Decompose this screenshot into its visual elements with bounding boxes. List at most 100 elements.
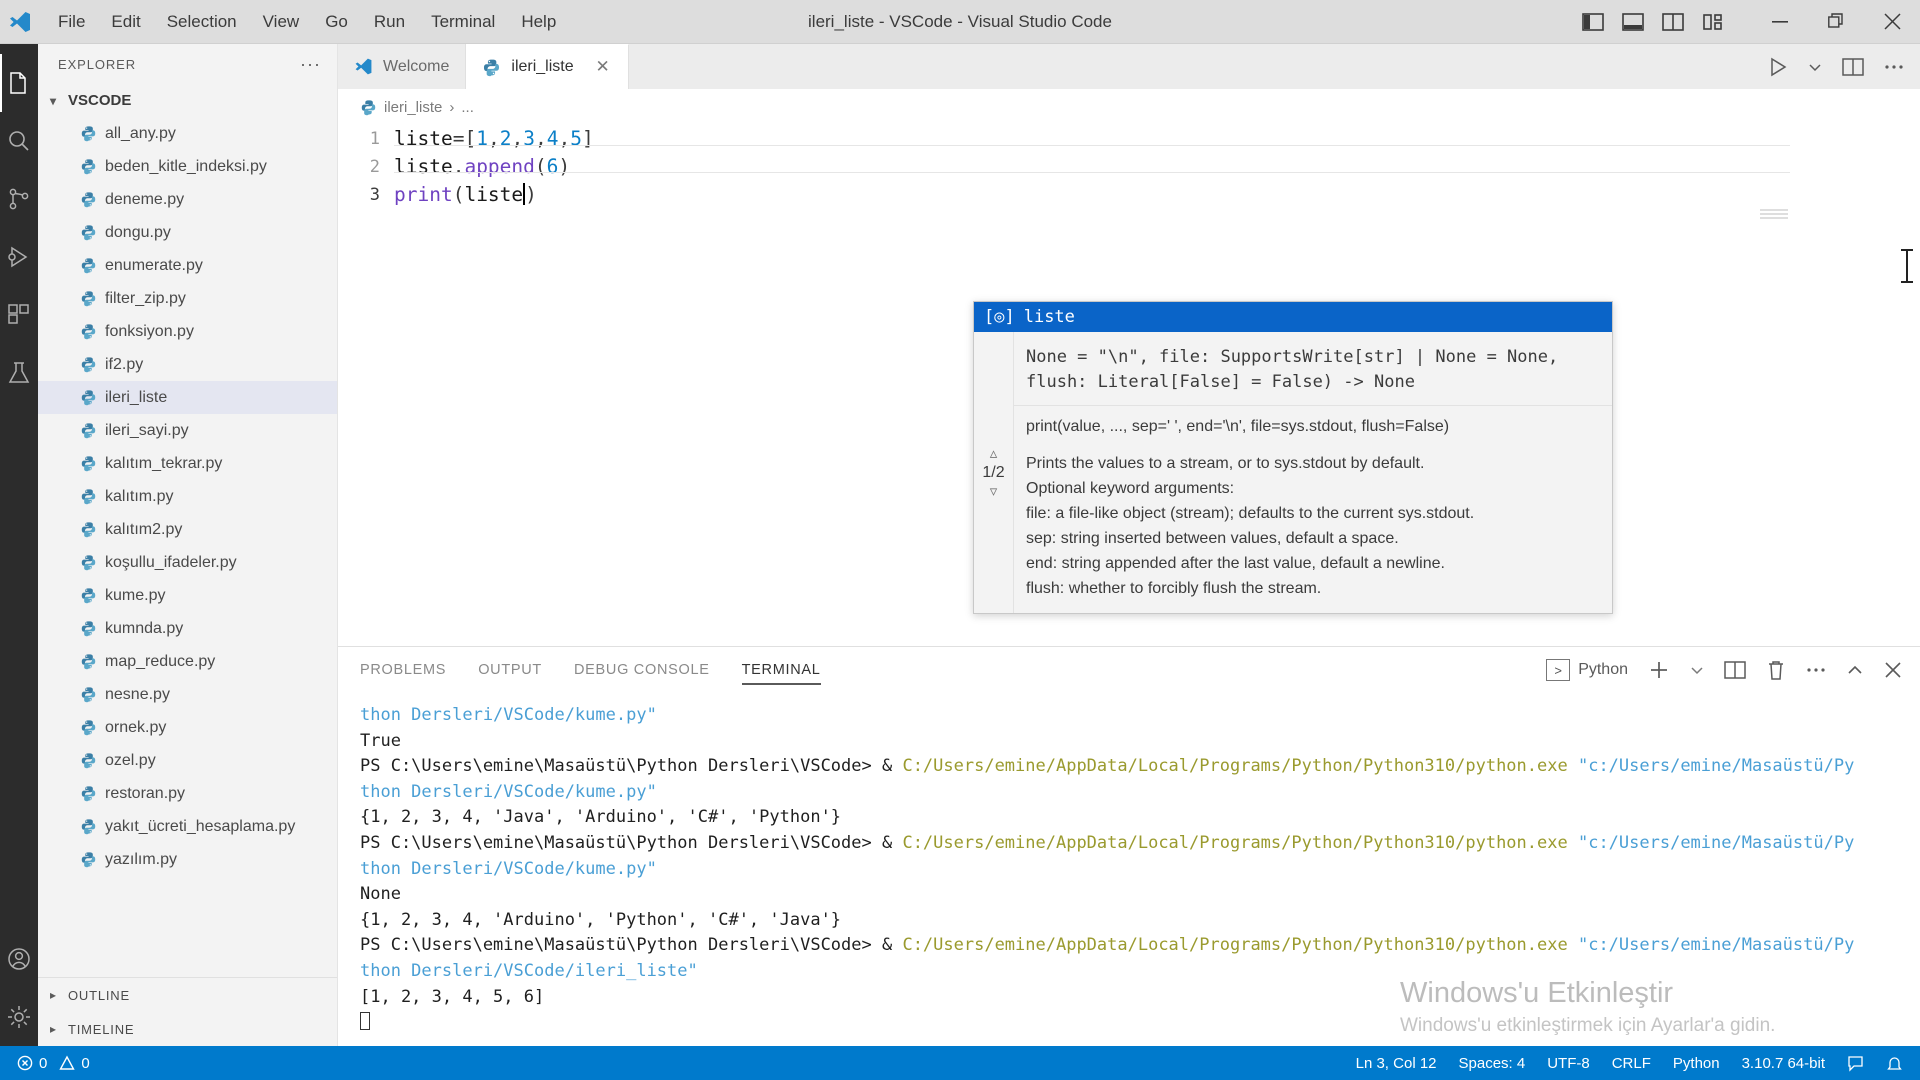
code-line[interactable]: 3 print(liste) xyxy=(338,181,1920,209)
line-number: 2 xyxy=(369,157,380,177)
file-item[interactable]: kumnda.py xyxy=(38,612,337,645)
menu-go[interactable]: Go xyxy=(313,8,360,36)
file-item[interactable]: if2.py xyxy=(38,348,337,381)
toggle-panel-icon[interactable] xyxy=(1622,12,1644,32)
explorer-more-actions-icon[interactable]: ··· xyxy=(292,54,329,75)
file-item[interactable]: ileri_liste xyxy=(38,381,337,414)
file-item[interactable]: yazılım.py xyxy=(38,843,337,876)
activitybar-item-accounts[interactable] xyxy=(0,930,38,988)
terminal-profile-chip[interactable]: > Python xyxy=(1546,659,1628,681)
file-item[interactable]: dongu.py xyxy=(38,216,337,249)
folder-root-vscode[interactable]: ▾ VSCODE xyxy=(38,84,337,117)
activitybar-item-testing[interactable] xyxy=(0,344,38,402)
status-cursor-position[interactable]: Ln 3, Col 12 xyxy=(1345,1046,1448,1080)
search-icon xyxy=(6,128,32,154)
menu-terminal[interactable]: Terminal xyxy=(419,8,507,36)
account-icon xyxy=(6,946,32,972)
status-notifications[interactable] xyxy=(1875,1046,1914,1080)
close-icon[interactable]: ✕ xyxy=(594,57,612,77)
file-item[interactable]: map_reduce.py xyxy=(38,645,337,678)
code-line[interactable]: 1 liste=[1,2,3,4,5] xyxy=(338,125,1920,153)
file-item[interactable]: kalıtım.py xyxy=(38,480,337,513)
code-editor[interactable]: ileri_liste › ... 1 liste=[1,2,3,4,5] 2 lis… xyxy=(338,89,1920,646)
status-feedback[interactable] xyxy=(1836,1046,1875,1080)
menu-view[interactable]: View xyxy=(251,8,312,36)
file-item[interactable]: koşullu_ifadeler.py xyxy=(38,546,337,579)
tab-debug-console[interactable]: DEBUG CONSOLE xyxy=(574,647,710,693)
status-language-mode[interactable]: Python xyxy=(1662,1046,1731,1080)
file-item[interactable]: ileri_sayi.py xyxy=(38,414,337,447)
tab-welcome[interactable]: Welcome xyxy=(338,44,467,89)
menu-selection[interactable]: Selection xyxy=(155,8,249,36)
file-item[interactable]: yakıt_ücreti_hesaplama.py xyxy=(38,810,337,843)
intellisense-header[interactable]: [◎] liste xyxy=(974,302,1612,332)
tab-ileri-liste[interactable]: ileri_liste ✕ xyxy=(466,44,629,89)
status-problems[interactable]: 0 0 xyxy=(6,1046,101,1080)
file-item[interactable]: enumerate.py xyxy=(38,249,337,282)
add-terminal-icon[interactable] xyxy=(1648,659,1670,681)
code-token: 4 xyxy=(546,127,559,150)
intellisense-header-label: liste xyxy=(1023,307,1075,327)
toggle-primary-sidebar-icon[interactable] xyxy=(1582,12,1604,32)
tab-terminal[interactable]: TERMINAL xyxy=(741,647,821,693)
activitybar-item-source-control[interactable] xyxy=(0,170,38,228)
kill-terminal-icon[interactable] xyxy=(1766,659,1786,681)
minimize-button[interactable] xyxy=(1752,0,1808,44)
toggle-secondary-sidebar-icon[interactable] xyxy=(1662,12,1684,32)
run-icon[interactable] xyxy=(1768,57,1788,77)
file-item[interactable]: fonksiyon.py xyxy=(38,315,337,348)
activitybar-item-explorer[interactable] xyxy=(0,54,38,112)
split-terminal-icon[interactable] xyxy=(1724,660,1746,680)
file-item-label: beden_kitle_indeksi.py xyxy=(105,157,267,175)
more-actions-icon[interactable] xyxy=(1884,64,1904,70)
sidebar-section-timeline[interactable]: ▸ TIMELINE xyxy=(38,1012,337,1046)
menu-run[interactable]: Run xyxy=(362,8,417,36)
file-item[interactable]: kume.py xyxy=(38,579,337,612)
status-encoding[interactable]: UTF-8 xyxy=(1536,1046,1601,1080)
status-eol[interactable]: CRLF xyxy=(1601,1046,1662,1080)
chevron-up-icon[interactable]: ▵ xyxy=(990,446,998,461)
more-actions-icon[interactable] xyxy=(1806,667,1826,673)
file-item[interactable]: all_any.py xyxy=(38,117,337,150)
collapse-panel-icon[interactable] xyxy=(1846,663,1864,677)
file-item[interactable]: kalıtım_tekrar.py xyxy=(38,447,337,480)
split-editor-icon[interactable] xyxy=(1842,57,1864,77)
close-panel-icon[interactable] xyxy=(1884,661,1902,679)
file-item[interactable]: ozel.py xyxy=(38,744,337,777)
python-icon xyxy=(360,99,377,116)
menu-help[interactable]: Help xyxy=(509,8,568,36)
menu-edit[interactable]: Edit xyxy=(99,8,152,36)
file-item[interactable]: nesne.py xyxy=(38,678,337,711)
file-item[interactable]: beden_kitle_indeksi.py xyxy=(38,150,337,183)
file-item[interactable]: filter_zip.py xyxy=(38,282,337,315)
file-item[interactable]: restoran.py xyxy=(38,777,337,810)
python-file-icon xyxy=(80,554,97,571)
activitybar-item-run-and-debug[interactable] xyxy=(0,228,38,286)
customize-layout-icon[interactable] xyxy=(1702,12,1724,32)
status-indentation[interactable]: Spaces: 4 xyxy=(1448,1046,1537,1080)
breadcrumb-rest[interactable]: ... xyxy=(461,99,474,116)
python-file-icon xyxy=(80,422,97,439)
terminal-output[interactable]: thon Dersleri/VSCode/kume.py" True PS C:\U… xyxy=(338,693,1920,1046)
activitybar-item-manage[interactable] xyxy=(0,988,38,1046)
file-item[interactable]: kalıtım2.py xyxy=(38,513,337,546)
chevron-down-icon[interactable]: ▿ xyxy=(990,484,998,499)
status-python-interpreter[interactable]: 3.10.7 64-bit xyxy=(1731,1046,1836,1080)
close-button[interactable] xyxy=(1864,0,1920,44)
file-item[interactable]: ornek.py xyxy=(38,711,337,744)
intellisense-popup[interactable]: [◎] liste ▵ 1/2 ▿ None = "\n", file: Sup… xyxy=(973,301,1613,614)
tab-problems[interactable]: PROBLEMS xyxy=(360,647,446,693)
code-line[interactable]: 2 liste.append(6) xyxy=(338,153,1920,181)
sidebar-section-outline[interactable]: ▸ OUTLINE xyxy=(38,978,337,1012)
activitybar-item-search[interactable] xyxy=(0,112,38,170)
chevron-down-icon[interactable] xyxy=(1690,663,1704,677)
file-item[interactable]: deneme.py xyxy=(38,183,337,216)
menu-file[interactable]: File xyxy=(46,8,97,36)
activitybar-item-extensions[interactable] xyxy=(0,286,38,344)
restore-button[interactable] xyxy=(1808,0,1864,44)
breadcrumb-file[interactable]: ileri_liste xyxy=(384,99,442,116)
chevron-down-icon[interactable] xyxy=(1808,60,1822,74)
minimap[interactable] xyxy=(1760,209,1788,221)
code-lines[interactable]: 1 liste=[1,2,3,4,5] 2 liste.append(6) 3 print… xyxy=(338,125,1920,209)
tab-output[interactable]: OUTPUT xyxy=(478,647,542,693)
